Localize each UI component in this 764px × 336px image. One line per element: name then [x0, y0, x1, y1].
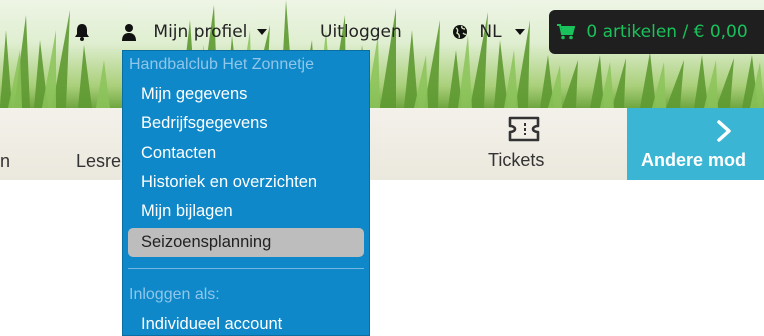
login-as-header: Inloggen als:	[129, 286, 220, 303]
other-modules-label: Andere mod	[641, 150, 747, 170]
menu-item-bedrijfsgegevens[interactable]: Bedrijfsgegevens	[141, 114, 268, 133]
menu-divider	[128, 268, 364, 269]
nav-item-partial[interactable]: n	[0, 151, 10, 172]
cart-icon	[557, 24, 575, 40]
bell-icon	[75, 24, 89, 41]
cart-summary: 0 artikelen / € 0,00	[586, 22, 748, 42]
club-name-header: Handbalclub Het Zonnetje	[129, 56, 315, 73]
profile-menu-toggle[interactable]: Mijn profiel	[122, 19, 267, 45]
menu-item-mijn-bijlagen[interactable]: Mijn bijlagen	[141, 202, 233, 221]
caret-down-icon	[256, 29, 267, 35]
ticket-icon	[508, 116, 540, 142]
chevron-right-icon	[717, 120, 731, 142]
notifications-button[interactable]	[74, 19, 90, 45]
other-modules-tile[interactable]: Andere mod	[627, 108, 764, 180]
language-selector[interactable]: NL	[452, 19, 526, 45]
language-label: NL	[479, 22, 502, 42]
nav-item-lesreeksen[interactable]: Lesre	[76, 151, 121, 172]
profile-dropdown-menu: Handbalclub Het Zonnetje Mijn gegevens B…	[122, 50, 370, 336]
menu-item-mijn-gegevens[interactable]: Mijn gegevens	[141, 85, 247, 104]
cart-button[interactable]: 0 artikelen / € 0,00	[549, 10, 764, 54]
nav-item-tickets[interactable]: Tickets	[488, 150, 544, 171]
menu-item-historiek[interactable]: Historiek en overzichten	[141, 173, 317, 192]
user-icon	[122, 24, 136, 41]
menu-item-seizoensplanning[interactable]: Seizoensplanning	[128, 228, 364, 257]
menu-item-contacten[interactable]: Contacten	[141, 144, 216, 163]
logout-link[interactable]: Uitloggen	[320, 19, 402, 45]
menu-item-individueel-account[interactable]: Individueel account	[141, 315, 282, 334]
globe-icon	[453, 25, 467, 39]
profile-menu-label: Mijn profiel	[153, 22, 248, 42]
caret-down-icon	[515, 29, 526, 35]
